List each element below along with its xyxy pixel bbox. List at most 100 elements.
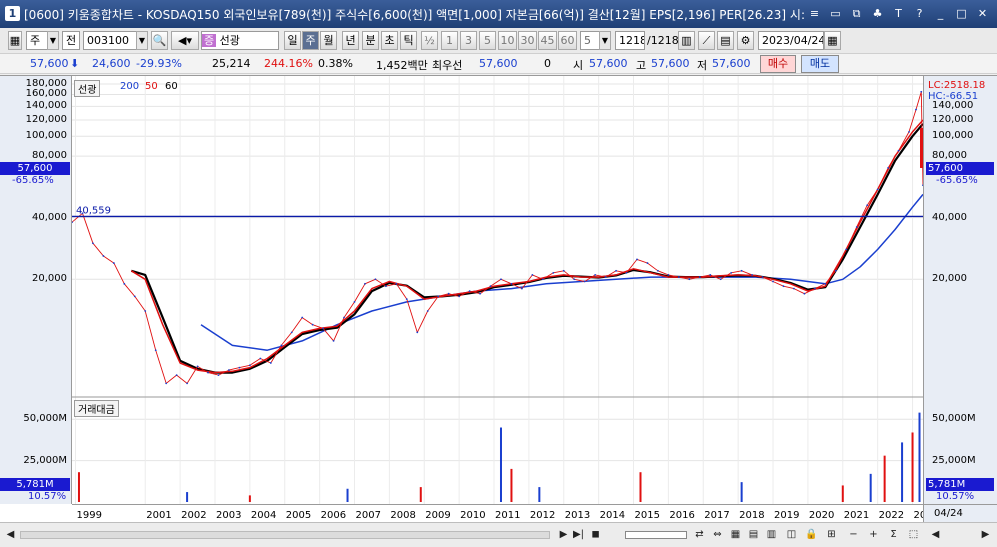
y-tick-label: 140,000 xyxy=(25,100,67,112)
settings-icon[interactable]: ⚙ xyxy=(737,31,754,50)
zoom-slider[interactable] xyxy=(625,531,687,539)
maximize-icon[interactable]: □ xyxy=(953,5,970,22)
search-icon[interactable]: 🔍 xyxy=(151,31,168,50)
price-point xyxy=(793,287,795,290)
capture-icon[interactable]: ◫ xyxy=(784,527,799,542)
interval-10[interactable]: 10 xyxy=(498,31,517,50)
right-pct-flag: -65.65% xyxy=(936,175,978,186)
zoom-icon[interactable]: ⇄ xyxy=(692,527,707,542)
price-point xyxy=(887,167,890,169)
window-number-badge: 1 xyxy=(5,6,20,21)
frame-icon[interactable]: ⬚ xyxy=(906,527,921,542)
scroll-left-icon[interactable]: ◀ xyxy=(3,527,18,542)
restore-icon[interactable]: ▭ xyxy=(827,5,844,22)
price-point xyxy=(573,278,576,281)
code-dropdown-icon[interactable]: ▼ xyxy=(136,31,148,50)
interval-input[interactable]: 5 xyxy=(580,31,600,50)
stop-icon[interactable]: ◼ xyxy=(588,527,603,542)
legend-stock[interactable]: 선광 xyxy=(74,80,101,97)
price-point xyxy=(594,274,597,276)
price-point xyxy=(803,292,806,295)
price-point xyxy=(196,365,199,368)
period-week[interactable]: 주 xyxy=(302,31,319,50)
period-month[interactable]: 월 xyxy=(320,31,337,50)
sigma-icon[interactable]: Σ xyxy=(886,527,901,542)
link-icon[interactable]: ♣ xyxy=(869,5,886,22)
period-day[interactable]: 일 xyxy=(284,31,301,50)
x-tick-label: 2009 xyxy=(425,510,450,521)
price-point xyxy=(908,131,910,133)
scroll-end-icon[interactable]: ▶| xyxy=(571,527,586,542)
compress-icon[interactable]: ⇔ xyxy=(710,527,725,542)
price-point xyxy=(562,269,565,272)
price-point xyxy=(510,282,513,285)
page-left-icon[interactable]: ◀ xyxy=(928,527,943,542)
interval-5[interactable]: 5 xyxy=(479,31,496,50)
interval-1[interactable]: 1 xyxy=(441,31,458,50)
period-tick[interactable]: 틱 xyxy=(400,31,417,50)
high-label: 고 xyxy=(636,59,647,72)
x-tick-label: 2018 xyxy=(739,510,764,521)
chart-plot-area[interactable]: 40,559 선광 200 50 60 거래대금 xyxy=(72,76,923,504)
price-point xyxy=(698,276,701,278)
sell-button[interactable]: 매도 xyxy=(801,55,839,73)
down-arrow-icon: ⬇ xyxy=(70,57,80,70)
draw-line-icon[interactable]: ⟋ xyxy=(698,31,715,50)
zoom-out-icon[interactable]: − xyxy=(846,527,861,542)
volume-bar xyxy=(419,487,422,502)
stock-code-input[interactable]: 003100 xyxy=(83,31,137,50)
price-chart-svg[interactable]: 40,559 xyxy=(72,76,923,504)
save-icon[interactable]: ▤ xyxy=(717,31,734,50)
market-select[interactable]: 주 xyxy=(26,31,48,50)
page-right-icon[interactable]: ▶ xyxy=(978,527,993,542)
reference-line-label: 40,559 xyxy=(76,205,111,216)
price-point xyxy=(416,331,419,334)
market-dropdown-icon[interactable]: ▼ xyxy=(47,31,59,50)
compare-icon[interactable]: ⊞ xyxy=(824,527,839,542)
legend-ma60[interactable]: 60 xyxy=(165,81,178,92)
grid-icon[interactable]: ▥ xyxy=(764,527,779,542)
zoom-in-icon[interactable]: + xyxy=(866,527,881,542)
interval-dropdown-icon[interactable]: ▼ xyxy=(599,31,611,50)
period-minute[interactable]: 분 xyxy=(362,31,379,50)
count-input[interactable]: 1218 xyxy=(615,31,645,50)
legend-ma200[interactable]: 200 xyxy=(120,81,139,92)
calendar-icon[interactable]: ▦ xyxy=(824,31,841,50)
all-select[interactable]: 전 xyxy=(62,31,80,50)
volume-bar xyxy=(911,432,914,502)
interval-60[interactable]: 60 xyxy=(558,31,577,50)
menu-icon[interactable]: ≡ xyxy=(806,5,823,22)
volume-tick-label: 25,000M xyxy=(23,454,67,466)
half-button[interactable]: ½ xyxy=(421,31,438,50)
print-icon[interactable]: ▤ xyxy=(746,527,761,542)
trade-amount: 1,452백만 xyxy=(376,59,428,72)
layout-icon[interactable]: ▦ xyxy=(728,527,743,542)
text-icon[interactable]: T xyxy=(890,5,907,22)
interval-45[interactable]: 45 xyxy=(538,31,557,50)
scroll-right-icon[interactable]: ▶ xyxy=(556,527,571,542)
period-second[interactable]: 초 xyxy=(381,31,398,50)
legend-volume[interactable]: 거래대금 xyxy=(74,400,119,417)
close-icon[interactable]: ✕ xyxy=(974,5,991,22)
interval-30[interactable]: 30 xyxy=(518,31,537,50)
minimize-icon[interactable]: _ xyxy=(932,5,949,22)
buy-button[interactable]: 매수 xyxy=(760,55,796,73)
help-icon[interactable]: ? xyxy=(911,5,928,22)
price-point xyxy=(384,285,387,288)
period-year[interactable]: 년 xyxy=(342,31,359,50)
grid-menu-icon[interactable]: ▦ xyxy=(8,31,22,50)
speaker-icon[interactable]: ◀▾ xyxy=(171,31,199,50)
lock-icon[interactable]: 🔒 xyxy=(804,527,819,542)
stock-name-field[interactable]: 증 선광 xyxy=(201,31,279,50)
price-point xyxy=(709,274,712,276)
right-axis: LC:2518.18 HC:-66.51 140,000 120,000 100,0… xyxy=(920,76,997,504)
interval-3[interactable]: 3 xyxy=(460,31,477,50)
price-point xyxy=(541,278,544,281)
scroll-track[interactable] xyxy=(20,531,550,539)
date-input[interactable]: 2023/04/24 xyxy=(758,31,824,50)
price-point xyxy=(500,278,502,281)
cascade-icon[interactable]: ⧉ xyxy=(848,5,865,22)
turnover: 0.38% xyxy=(318,57,353,70)
legend-ma50[interactable]: 50 xyxy=(145,81,158,92)
chart-type-icon[interactable]: ▥ xyxy=(678,31,695,50)
